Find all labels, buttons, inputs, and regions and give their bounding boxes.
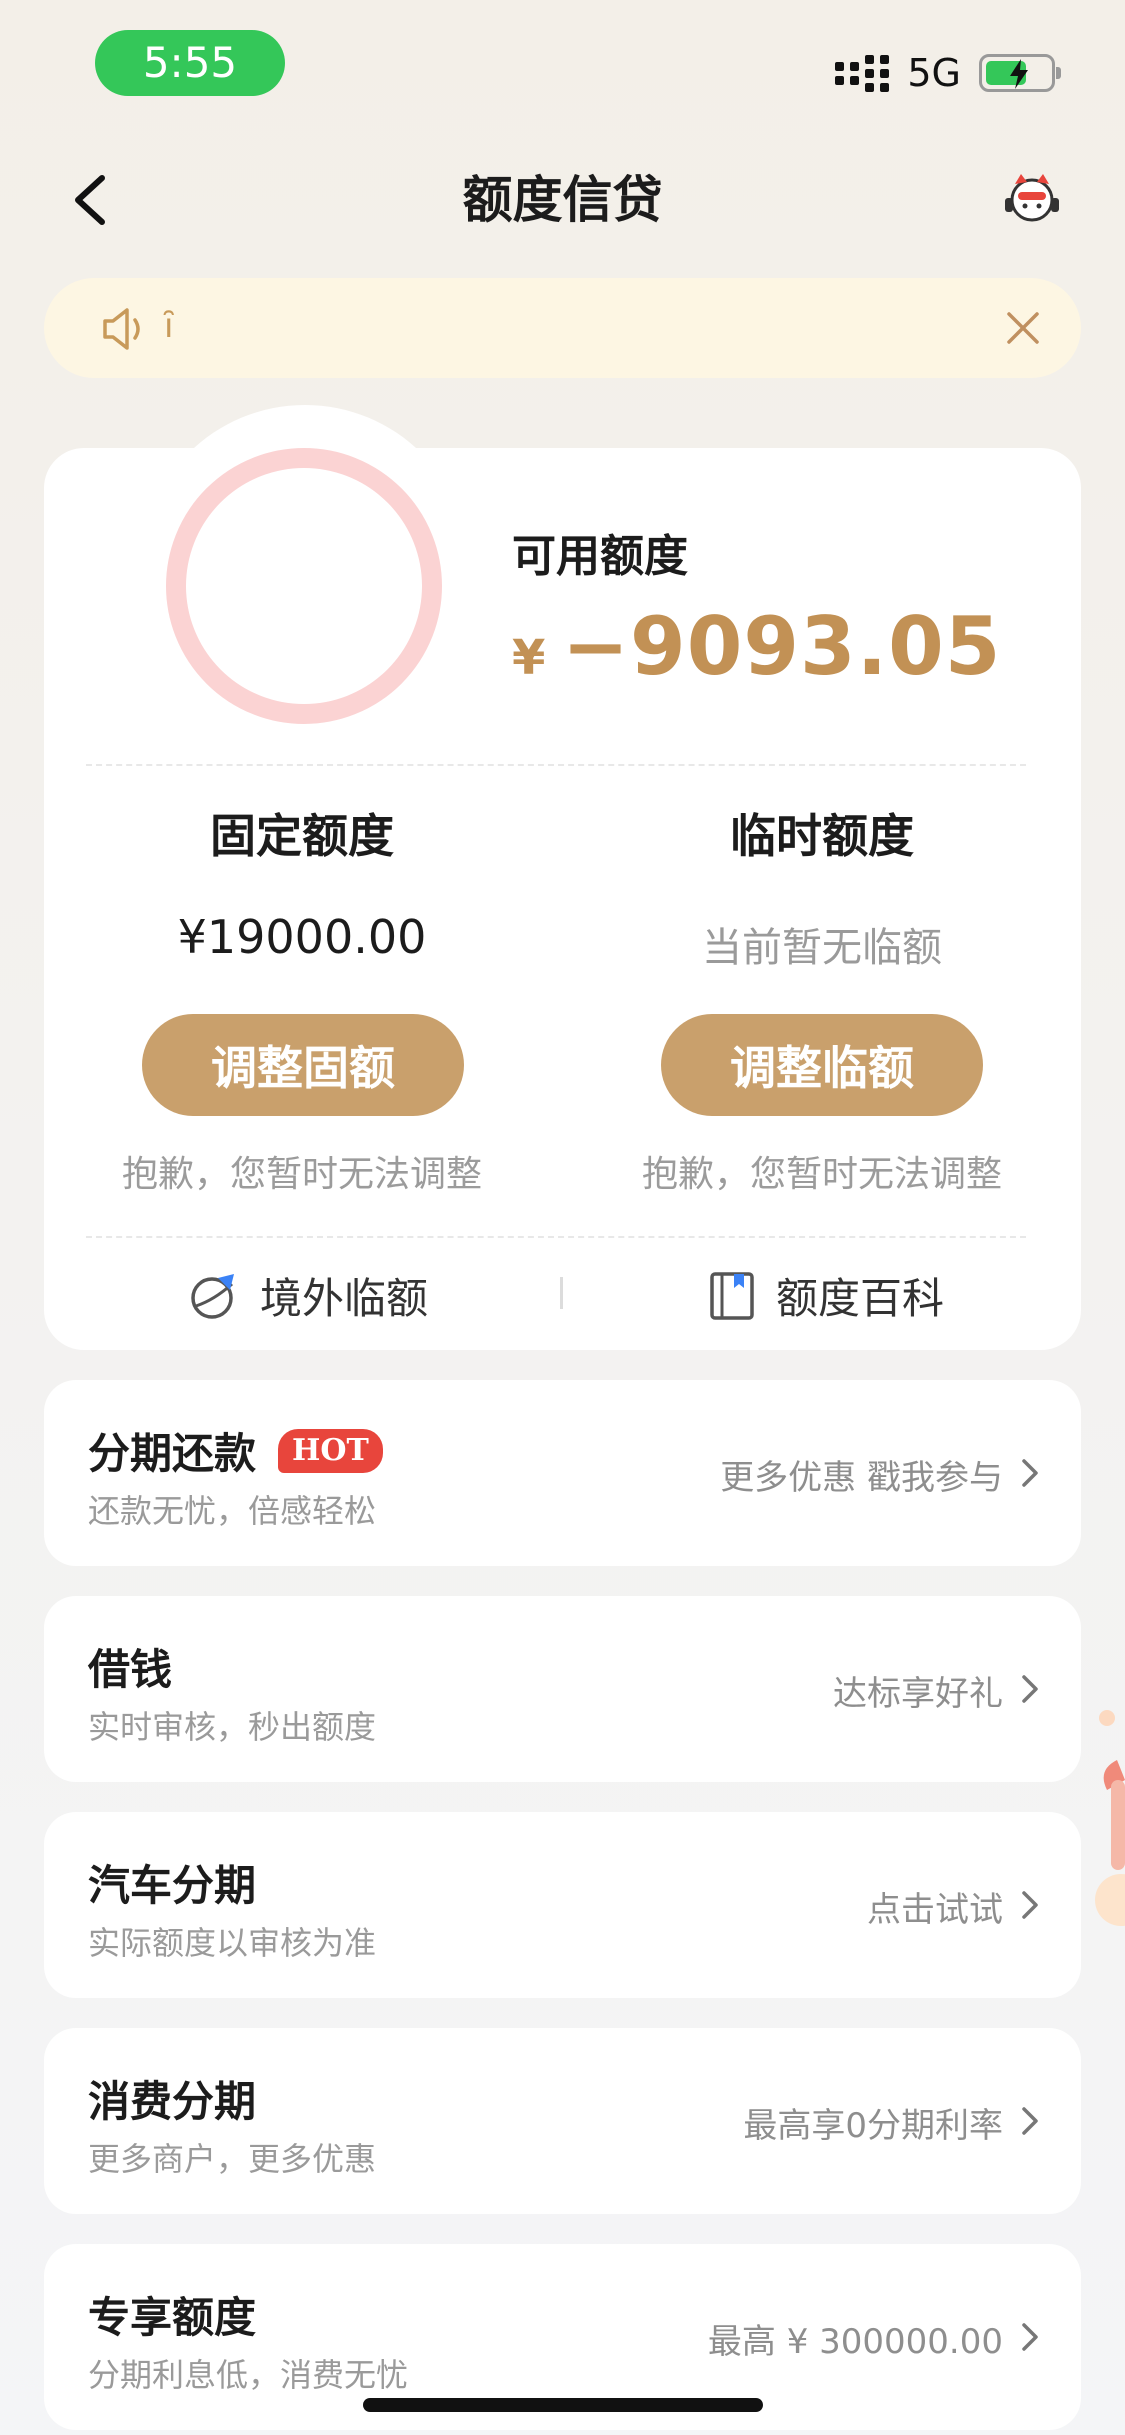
list-item-subtitle: 实际额度以审核为准 [88, 1924, 377, 1962]
temp-credit-title: 临时额度 [730, 809, 914, 863]
list-item-subtitle: 还款无忧，倍感轻松 [88, 1492, 377, 1530]
close-icon[interactable] [1003, 308, 1043, 348]
status-time: 5:55 [95, 30, 285, 96]
customer-service-mascot-icon[interactable] [1001, 170, 1063, 226]
list-item-car-installment[interactable]: 汽车分期 实际额度以审核为准 点击试试 [44, 1812, 1081, 1998]
book-icon [710, 1271, 754, 1320]
overseas-temp-credit-label: 境外临额 [260, 1274, 429, 1323]
hot-badge: HOT [278, 1428, 383, 1473]
list-item-promo: 更多优惠 戳我参与 [720, 1458, 1003, 1498]
available-credit-value: −9093.05 [562, 600, 1002, 693]
notice-banner[interactable]: ȋ [44, 278, 1081, 378]
fixed-credit-value: ¥19000.00 [177, 910, 427, 964]
page-title: 额度信贷 [462, 171, 663, 229]
list-item-title: 借钱 [88, 1645, 173, 1694]
divider [86, 1236, 1026, 1238]
list-item-promo: 点击试试 [867, 1890, 1003, 1930]
list-item-title-text: 分期还款 [88, 1429, 257, 1478]
list-item-subtitle: 实时审核，秒出额度 [88, 1708, 377, 1746]
list-item-installment-repayment[interactable]: 分期还款 HOT 还款无忧，倍感轻松 更多优惠 戳我参与 [44, 1380, 1081, 1566]
list-item-borrow[interactable]: 借钱 实时审核，秒出额度 达标享好礼 [44, 1596, 1081, 1782]
list-item-promo: 达标享好礼 [833, 1674, 1003, 1714]
network-type: 5G [907, 51, 961, 95]
temp-adjust-note: 抱歉，您暂时无法调整 [641, 1154, 1002, 1195]
credit-wiki-link[interactable]: 额度百科 [708, 1265, 944, 1326]
list-item-promo: 最高 ¥ 300000.00 [707, 2322, 1003, 2362]
link-separator [560, 1277, 563, 1309]
credit-wiki-label: 额度百科 [776, 1274, 945, 1323]
home-indicator [363, 2398, 763, 2412]
adjust-fixed-button[interactable]: 调整固额 [142, 1014, 464, 1116]
speaker-icon [103, 308, 140, 350]
list-item-subtitle: 更多商户，更多优惠 [88, 2140, 377, 2178]
signal-icon [835, 54, 890, 92]
list-item-title: 消费分期 [88, 2077, 257, 2126]
available-credit-label: 可用额度 [512, 531, 688, 582]
chevron-right-icon [1022, 2107, 1038, 2135]
available-currency: ¥ [512, 630, 546, 686]
chevron-right-icon [1022, 1675, 1038, 1703]
chevron-right-icon [1022, 1459, 1038, 1487]
temp-credit-value: 当前暂无临额 [702, 925, 942, 971]
divider [86, 764, 1026, 766]
globe-plane-icon [191, 1273, 234, 1319]
credit-usage-ring [166, 448, 442, 724]
chevron-right-icon [1022, 2323, 1038, 2351]
fixed-adjust-note: 抱歉，您暂时无法调整 [121, 1154, 482, 1195]
floating-promo-icon[interactable] [1077, 1700, 1125, 1940]
list-item-subtitle: 分期利息低，消费无忧 [88, 2356, 409, 2394]
list-item-title: 专享额度 [88, 2293, 257, 2342]
overseas-temp-credit-link[interactable]: 境外临额 [188, 1265, 428, 1326]
list-item-title: 分期还款 HOT [88, 1420, 383, 1481]
chevron-right-icon [1022, 1891, 1038, 1919]
notice-text: ȋ [164, 306, 174, 346]
adjust-temp-button[interactable]: 调整临额 [661, 1014, 983, 1116]
list-item-consumer-installment[interactable]: 消费分期 更多商户，更多优惠 最高享0分期利率 [44, 2028, 1081, 2214]
battery-icon [979, 54, 1061, 92]
list-item-title: 汽车分期 [88, 1861, 257, 1910]
fixed-credit-title: 固定额度 [210, 809, 394, 863]
list-item-promo: 最高享0分期利率 [743, 2106, 1003, 2146]
status-indicators: 5G [835, 48, 1061, 98]
